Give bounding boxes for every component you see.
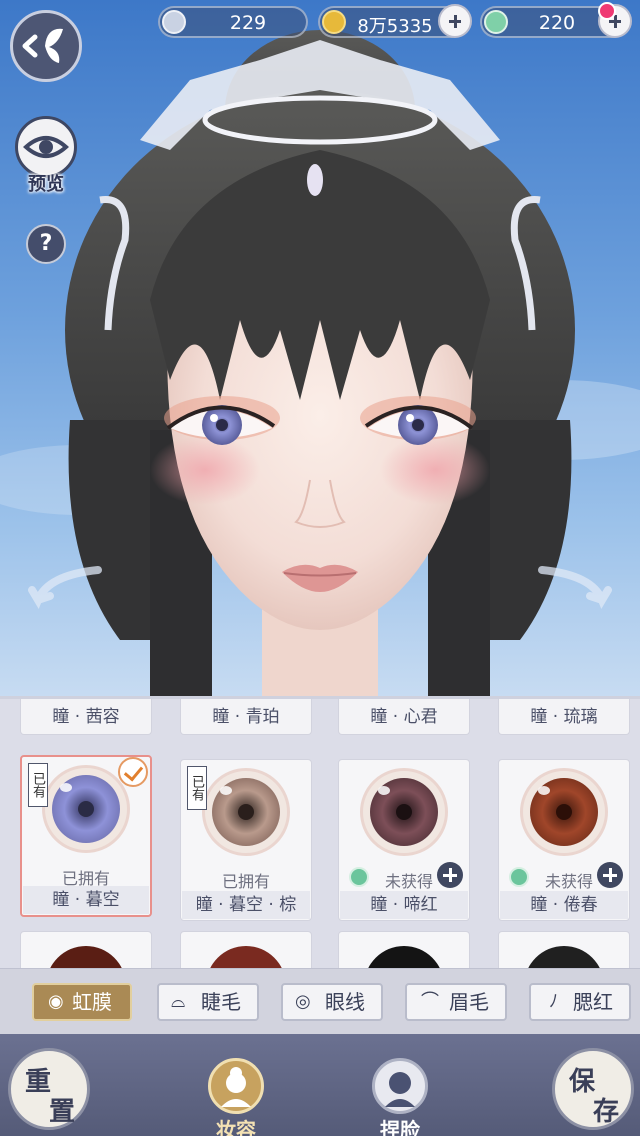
item-name: 瞳 · 暮空 <box>23 886 149 914</box>
character-viewport[interactable] <box>0 0 640 700</box>
owned-tag: 已有 <box>187 766 207 810</box>
notification-dot <box>598 2 616 20</box>
iris-item-top-3[interactable]: 瞳 · 心君 <box>338 699 470 735</box>
makeup-category-tabs: ◉ 虹膜 ⌓ 睫毛 ◎ 眼线 ⌒ 眉毛 ﾉ 腮红 <box>0 968 640 1034</box>
silver-currency: 229 <box>158 6 308 38</box>
iris-item-mukong-brown[interactable]: 已有 已拥有 瞳 · 暮空 · 棕 <box>180 759 312 921</box>
silver-amount: 229 <box>229 12 267 34</box>
acquire-button[interactable] <box>437 862 463 888</box>
tab-iris[interactable]: ◉ 虹膜 <box>32 983 132 1021</box>
rotate-right-icon[interactable] <box>532 560 612 620</box>
tab-eyelash[interactable]: ⌓ 睫毛 <box>157 983 259 1021</box>
iris-icon: ◉ <box>48 991 64 1012</box>
iris-item-top-1[interactable]: 瞳 · 茜容 <box>20 699 152 735</box>
gold-coin-icon <box>322 10 346 34</box>
acquire-button[interactable] <box>597 862 623 888</box>
preview-label: 预览 <box>28 174 64 195</box>
face-mode-button[interactable] <box>372 1058 428 1114</box>
iris-item-mukong[interactable]: 已有 已拥有 瞳 · 暮空 <box>20 755 152 917</box>
item-name: 瞳 · 啼红 <box>340 891 468 919</box>
makeup-lady-icon <box>221 1067 251 1107</box>
iris-selection-panel[interactable]: 瞳 · 茜容 瞳 · 青珀 瞳 · 心君 瞳 · 琉璃 已有 已拥有 瞳 · 暮… <box>0 696 640 968</box>
iris-swatch <box>42 765 130 853</box>
iris-item-row3-1[interactable] <box>20 931 152 968</box>
iris-item-row3-4[interactable] <box>498 931 630 968</box>
iris-item-top-2[interactable]: 瞳 · 青珀 <box>180 699 312 735</box>
tab-eyebrow[interactable]: ⌒ 眉毛 <box>405 983 507 1021</box>
add-coins-button[interactable] <box>438 4 472 38</box>
tab-eyeliner[interactable]: ◎ 眼线 <box>281 983 383 1021</box>
reset-button[interactable]: 重 置 <box>8 1048 90 1130</box>
iris-swatch <box>360 768 448 856</box>
makeup-mode-label: 妆容 <box>216 1118 256 1136</box>
iris-item-tihong[interactable]: 未获得 瞳 · 啼红 <box>338 759 470 921</box>
blush-icon: ﾉ <box>549 991 558 1012</box>
rotate-left-icon[interactable] <box>28 560 108 620</box>
iris-swatch <box>520 768 608 856</box>
jade-icon <box>484 10 508 34</box>
save-button[interactable]: 保 存 <box>552 1048 634 1130</box>
iris-swatch <box>202 768 290 856</box>
selected-check-icon <box>118 757 148 787</box>
eyebrow-icon: ⌒ <box>421 991 439 1012</box>
eye-icon <box>23 136 69 158</box>
item-name: 瞳 · 倦春 <box>500 891 628 919</box>
item-status: 已拥有 <box>221 872 270 891</box>
owned-tag: 已有 <box>28 763 48 807</box>
iris-item-row3-3[interactable] <box>338 931 470 968</box>
iris-item-row3-2[interactable] <box>180 931 312 968</box>
silver-coin-icon <box>162 10 186 34</box>
makeup-mode-button[interactable] <box>208 1058 264 1114</box>
iris-item-top-4[interactable]: 瞳 · 琉璃 <box>498 699 630 735</box>
iris-item-juanchun[interactable]: 未获得 瞳 · 倦春 <box>498 759 630 921</box>
preview-button[interactable] <box>15 116 77 178</box>
jade-amount: 220 <box>538 12 576 34</box>
eyeliner-icon: ◎ <box>295 991 311 1012</box>
item-name: 瞳 · 暮空 · 棕 <box>182 891 310 919</box>
bottom-action-bar: 重 置 妆容 捏脸 保 存 <box>0 1034 640 1136</box>
tab-blush[interactable]: ﾉ 腮红 <box>529 983 631 1021</box>
face-sculpt-icon <box>385 1072 415 1107</box>
help-button[interactable]: ? <box>26 224 66 264</box>
coin-amount: 8万5335 <box>357 16 433 37</box>
back-butterfly-icon <box>22 28 63 63</box>
face-mode-label: 捏脸 <box>380 1118 420 1136</box>
eyelash-icon: ⌓ <box>171 991 186 1012</box>
back-button[interactable] <box>10 10 82 82</box>
